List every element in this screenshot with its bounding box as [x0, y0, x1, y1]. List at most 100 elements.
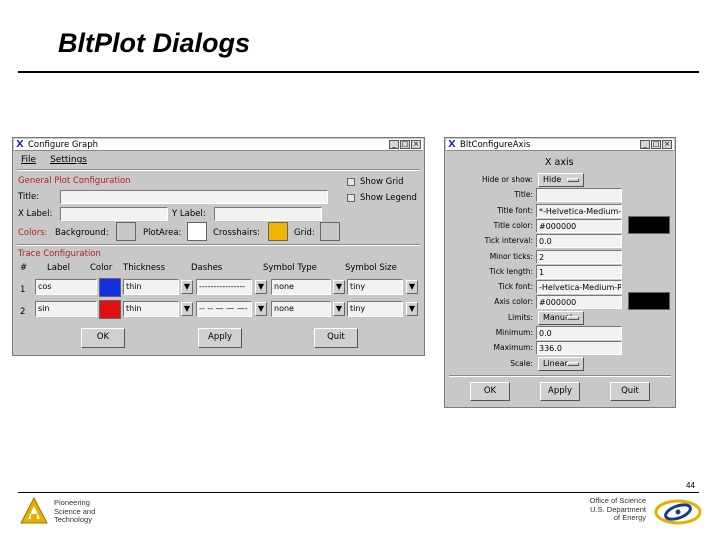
axis-row-label: Limits: [507, 313, 533, 322]
minimize-icon[interactable]: _ [389, 140, 399, 149]
show-grid-checkbox[interactable] [347, 178, 355, 186]
grid-color-label: Grid: [294, 228, 315, 238]
axis-row-option-menu[interactable]: Linear [538, 357, 584, 371]
ylabel-label: Y Label: [172, 209, 206, 219]
trace-2-symbol-type-field[interactable]: none [271, 301, 331, 317]
footer-agency: Office of Science U.S. Department of Ene… [560, 496, 646, 523]
ylabel-input[interactable] [214, 207, 322, 221]
axis-row-input[interactable]: 336.0 [536, 341, 622, 355]
menu-divider [17, 169, 420, 171]
trace-2-label-input[interactable]: sin [35, 301, 97, 317]
xlabel-input[interactable] [60, 207, 168, 221]
page-number: 44 [686, 481, 695, 490]
plotarea-label: PlotArea: [143, 228, 182, 238]
option-indicator-icon [567, 362, 579, 366]
grid-color-button[interactable] [320, 222, 340, 241]
axis-row-input[interactable]: 2 [536, 250, 622, 264]
trace-2-symbol-size-field[interactable]: tiny [347, 301, 403, 317]
window-controls: _ □ × [640, 140, 672, 149]
trace-2-thickness-field[interactable]: thin [123, 301, 179, 317]
trace-1-thickness-dropdown-icon[interactable]: ▼ [181, 280, 193, 294]
menubar: File Settings [17, 153, 420, 167]
menu-file[interactable]: File [21, 153, 36, 167]
trace-header-thickness: Thickness [123, 263, 166, 273]
trace-1-thickness-field[interactable]: thin [123, 279, 179, 295]
ok-button[interactable]: OK [470, 382, 510, 401]
axis-row-label: Maximum: [493, 343, 533, 352]
quit-button[interactable]: Quit [610, 382, 650, 401]
trace-2-dashes-field[interactable]: -- -- — — —- [196, 301, 252, 317]
axis-row-label: Tick font: [498, 282, 533, 291]
trace-2-dashes-dropdown-icon[interactable]: ▼ [255, 302, 267, 316]
axis-row-color-swatch[interactable] [628, 216, 670, 234]
axis-heading: X axis [545, 157, 574, 168]
axis-row-input[interactable]: 1 [536, 265, 622, 279]
axis-row-color-field[interactable]: #000000 [536, 219, 622, 233]
trace-header-label: Label [47, 263, 70, 273]
trace-2-color-button[interactable] [99, 300, 121, 319]
trace-2-thickness-dropdown-icon[interactable]: ▼ [181, 302, 193, 316]
maximize-icon[interactable]: □ [651, 140, 661, 149]
axis-row-option-menu[interactable]: Hide [538, 173, 584, 187]
option-value: Hide [543, 175, 562, 184]
tagline-line: Technology [54, 515, 92, 524]
option-indicator-icon [567, 316, 579, 320]
show-grid-label: Show Grid [360, 177, 404, 187]
trace-2-symbol-type-dropdown-icon[interactable]: ▼ [333, 302, 345, 316]
axis-row-input[interactable] [536, 188, 622, 202]
axis-row-input[interactable]: -Helvetica-Medium-R- [536, 280, 622, 294]
quit-button[interactable]: Quit [314, 328, 358, 348]
trace-1-symbol-type-dropdown-icon[interactable]: ▼ [333, 280, 345, 294]
trace-1-color-button[interactable] [99, 278, 121, 297]
window-title: Configure Graph [28, 140, 98, 150]
window-title: BltConfigureAxis [460, 140, 531, 150]
axis-row-label: Tick length: [489, 267, 533, 276]
maximize-icon[interactable]: □ [400, 140, 410, 149]
doe-logo-icon [654, 499, 702, 525]
trace-1-number: 1 [20, 285, 26, 295]
xlabel-label: X Label: [18, 209, 53, 219]
axis-row-label: Minimum: [495, 328, 533, 337]
show-legend-checkbox[interactable] [347, 194, 355, 202]
crosshairs-color-button[interactable] [268, 222, 288, 241]
trace-section-label: Trace Configuration [18, 249, 101, 259]
menu-settings[interactable]: Settings [50, 153, 87, 167]
trace-1-symbol-size-field[interactable]: tiny [347, 279, 403, 295]
footer-tagline: Pioneering Science and Technology [54, 498, 95, 525]
colors-label: Colors: [18, 228, 48, 238]
title-input[interactable] [60, 190, 328, 204]
buttons-divider [449, 375, 671, 377]
axis-row-input[interactable]: 0.0 [536, 234, 622, 248]
configure-axis-titlebar[interactable]: X BltConfigureAxis _ □ × [446, 139, 674, 151]
apply-button[interactable]: Apply [198, 328, 242, 348]
apply-button[interactable]: Apply [540, 382, 580, 401]
section-divider [17, 244, 420, 246]
trace-2-symbol-size-dropdown-icon[interactable]: ▼ [406, 302, 418, 316]
trace-1-dashes-dropdown-icon[interactable]: ▼ [255, 280, 267, 294]
axis-row-label: Minor ticks: [489, 252, 533, 261]
window-controls: _ □ × [389, 140, 421, 149]
plotarea-color-button[interactable] [187, 222, 207, 241]
ok-button[interactable]: OK [81, 328, 125, 348]
trace-1-symbol-size-dropdown-icon[interactable]: ▼ [406, 280, 418, 294]
close-icon[interactable]: × [662, 140, 672, 149]
axis-row-color-field[interactable]: #000000 [536, 295, 622, 309]
axis-row-input[interactable]: 0.0 [536, 326, 622, 340]
axis-row-color-swatch[interactable] [628, 292, 670, 310]
configure-graph-titlebar[interactable]: X Configure Graph _ □ × [14, 139, 423, 151]
axis-row-label: Title: [514, 190, 533, 199]
axis-row-label: Tick interval: [484, 236, 533, 245]
minimize-icon[interactable]: _ [640, 140, 650, 149]
trace-1-label-input[interactable]: cos [35, 279, 97, 295]
trace-header-num: # [20, 263, 28, 273]
axis-row-label: Axis color: [494, 297, 533, 306]
close-icon[interactable]: × [411, 140, 421, 149]
trace-1-dashes-field[interactable]: ---------------- [196, 279, 252, 295]
axis-row-label: Title font: [497, 206, 533, 215]
background-color-button[interactable] [116, 222, 136, 241]
trace-1-symbol-type-field[interactable]: none [271, 279, 331, 295]
axis-row-input[interactable]: *-Helvetica-Medium-R [536, 204, 622, 218]
axis-row-option-menu[interactable]: Manual [538, 311, 584, 325]
general-section-label: General Plot Configuration [18, 176, 131, 186]
show-legend-label: Show Legend [360, 193, 417, 203]
